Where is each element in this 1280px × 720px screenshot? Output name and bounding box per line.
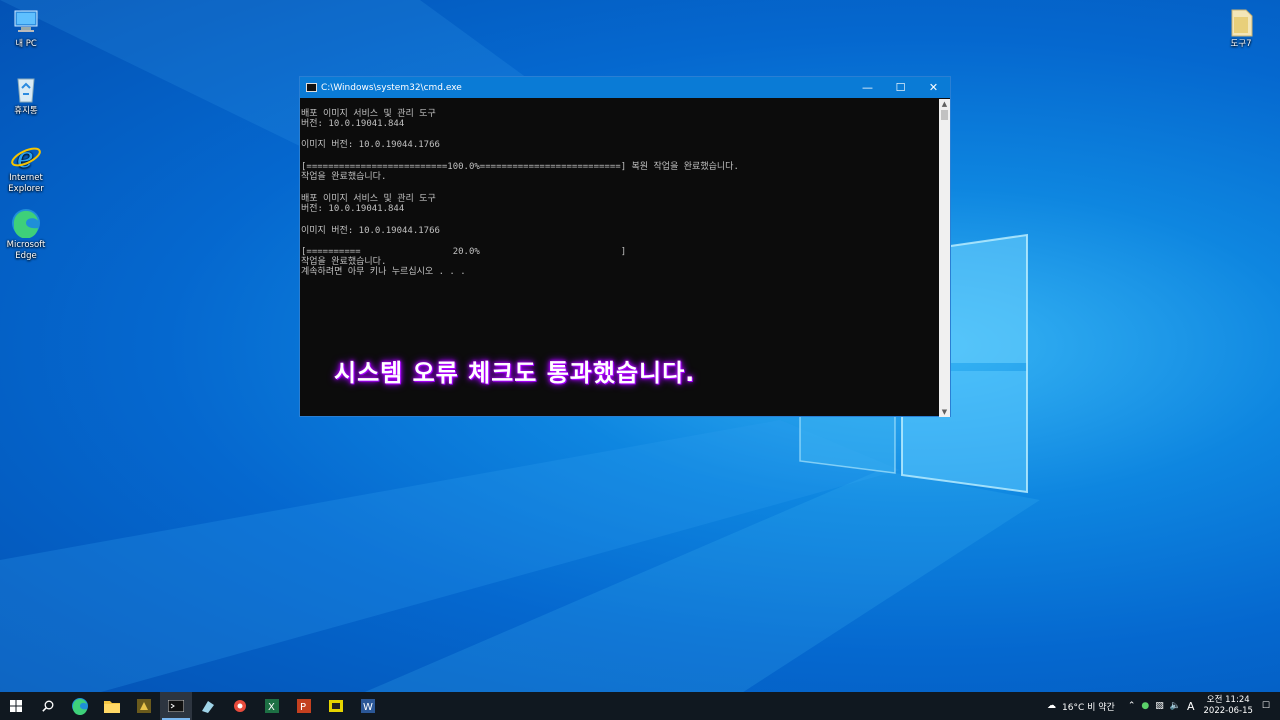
volume-icon[interactable]: 🔈: [1170, 701, 1181, 711]
powerpoint-icon: P: [297, 699, 311, 713]
close-button[interactable]: ✕: [917, 77, 950, 98]
desktop-icon-label: 도구7: [1230, 39, 1252, 49]
console-line: 배포 이미지 서비스 및 관리 도구: [301, 109, 436, 119]
svg-text:W: W: [363, 702, 373, 713]
app-icon: [137, 699, 151, 713]
chevron-up-icon[interactable]: ⌃: [1128, 701, 1136, 711]
window-title: C:\Windows\system32\cmd.exe: [321, 82, 462, 93]
cmd-icon: [168, 700, 184, 712]
scroll-thumb[interactable]: [941, 110, 948, 120]
taskbar-word[interactable]: W: [352, 692, 384, 720]
ime-indicator[interactable]: A: [1187, 700, 1195, 713]
console-output[interactable]: 배포 이미지 서비스 및 관리 도구 버전: 10.0.19041.844 이미…: [300, 99, 938, 417]
edge-icon: [12, 209, 40, 238]
cmd-titlebar[interactable]: C:\Windows\system32\cmd.exe — ☐ ✕: [300, 77, 950, 98]
word-icon: W: [361, 699, 375, 713]
taskbar-edge[interactable]: [64, 692, 96, 720]
taskbar-excel[interactable]: X: [256, 692, 288, 720]
console-line: 계속하려면 아무 키나 누르십시오 . . .: [301, 267, 466, 277]
taskbar: X P W ☁ 16°C 비 약간 ⌃ ● ▧ 🔈 A 오전 11:24 202…: [0, 692, 1280, 720]
this-pc-icon: [14, 10, 38, 32]
clock-time: 오전 11:24: [1206, 695, 1250, 705]
svg-text:P: P: [300, 702, 306, 713]
edge-icon: [72, 698, 88, 715]
console-line: 작업을 완료했습니다.: [301, 257, 387, 267]
taskbar-app[interactable]: [192, 692, 224, 720]
start-button[interactable]: [0, 692, 32, 720]
taskbar-app[interactable]: [320, 692, 352, 720]
internet-explorer-icon: e: [11, 141, 41, 171]
console-line: 버전: 10.0.19041.844: [301, 204, 405, 214]
clock[interactable]: 오전 11:24 2022-06-15: [1204, 695, 1253, 717]
shield-icon[interactable]: ●: [1141, 701, 1149, 711]
desktop-icon-this-pc[interactable]: 내 PC: [0, 7, 52, 50]
console-line: [========== 20.0% ]: [301, 247, 627, 257]
taskbar-app[interactable]: [128, 692, 160, 720]
desktop-icon-folder[interactable]: 도구7: [1215, 7, 1267, 50]
recycle-bin-icon: [17, 78, 35, 103]
minimize-button[interactable]: —: [851, 77, 884, 98]
network-icon[interactable]: ▧: [1155, 701, 1164, 711]
desktop-icon-label: 휴지통: [14, 106, 38, 116]
desktop-icon-label: Microsoft Edge: [6, 240, 46, 261]
scroll-down-icon[interactable]: ▼: [939, 407, 950, 417]
maximize-button[interactable]: ☐: [884, 77, 917, 98]
app-icon: [234, 700, 246, 712]
desktop-icon-label: Internet Explorer: [8, 173, 44, 194]
excel-icon: X: [265, 699, 279, 713]
console-line: 버전: 10.0.19041.844: [301, 119, 405, 129]
overlay-caption: 시스템 오류 체크도 통과했습니다.: [334, 359, 696, 387]
taskbar-file-explorer[interactable]: [96, 692, 128, 720]
console-line: 이미지 버전: 10.0.19044.1766: [301, 226, 440, 236]
svg-text:e: e: [17, 141, 34, 171]
app-icon: [202, 701, 214, 713]
console-line: [==========================100.0%=======…: [301, 162, 739, 172]
weather-icon[interactable]: ☁: [1047, 701, 1056, 711]
desktop-icon-edge[interactable]: Microsoft Edge: [0, 208, 52, 262]
start-icon: [10, 700, 22, 712]
weather-text[interactable]: 16°C 비 약간: [1062, 700, 1115, 713]
search-icon: [42, 700, 54, 712]
app-icon: [329, 700, 343, 712]
desktop-icon-internet-explorer[interactable]: e Internet Explorer: [0, 141, 52, 195]
console-line: 배포 이미지 서비스 및 관리 도구: [301, 194, 436, 204]
taskbar-cmd[interactable]: [160, 692, 192, 720]
file-explorer-icon: [104, 701, 120, 713]
taskbar-powerpoint[interactable]: P: [288, 692, 320, 720]
desktop-icon-recycle-bin[interactable]: 휴지통: [0, 74, 52, 117]
vertical-scrollbar[interactable]: ▲ ▼: [939, 99, 950, 417]
console-line: 이미지 버전: 10.0.19044.1766: [301, 140, 440, 150]
cmd-icon: [306, 83, 317, 92]
system-tray: ☁ 16°C 비 약간 ⌃ ● ▧ 🔈 A 오전 11:24 2022-06-1…: [1044, 692, 1280, 720]
search-button[interactable]: [32, 692, 64, 720]
console-line: 작업을 완료했습니다.: [301, 172, 387, 182]
clock-date: 2022-06-15: [1203, 706, 1253, 716]
desktop-icon-label: 내 PC: [15, 39, 37, 49]
svg-text:X: X: [268, 702, 275, 713]
folder-icon: [1231, 9, 1253, 37]
taskbar-app[interactable]: [224, 692, 256, 720]
cmd-window[interactable]: C:\Windows\system32\cmd.exe — ☐ ✕ 배포 이미지…: [299, 76, 951, 417]
notification-icon[interactable]: ☐: [1262, 701, 1270, 711]
scroll-up-icon[interactable]: ▲: [939, 99, 950, 109]
